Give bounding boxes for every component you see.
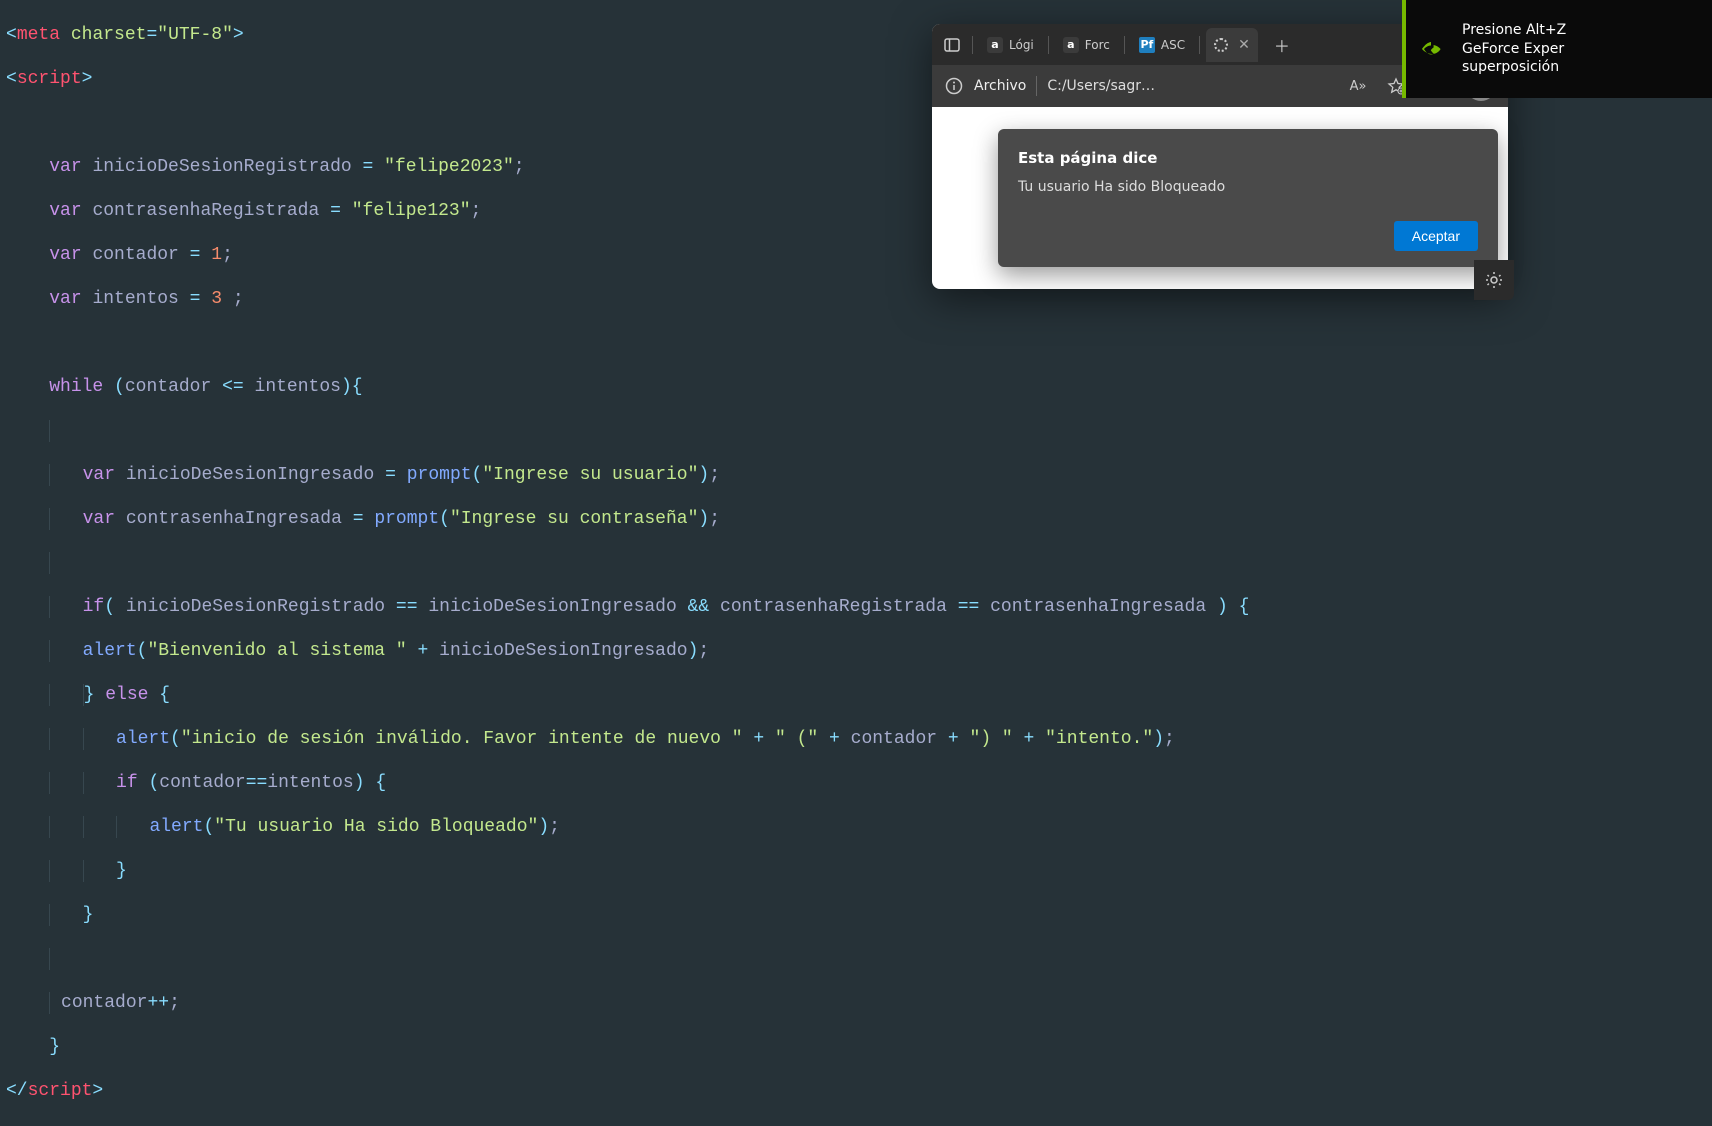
code-line: alert("Tu usuario Ha sido Bloqueado"); xyxy=(6,816,1249,838)
settings-icon[interactable] xyxy=(1474,260,1514,300)
code-line: contador++; xyxy=(6,992,1249,1014)
info-icon[interactable] xyxy=(944,76,964,96)
code-line: } xyxy=(6,860,1249,882)
favicon-icon: a xyxy=(987,37,1003,53)
code-line xyxy=(6,552,1249,574)
separator xyxy=(1199,36,1200,54)
browser-tab[interactable]: a Forc xyxy=(1055,28,1118,62)
code-line: alert("Bienvenido al sistema " + inicioD… xyxy=(6,640,1249,662)
browser-tab[interactable]: a Lógi xyxy=(979,28,1042,62)
favicon-icon: Pf xyxy=(1139,37,1155,53)
code-line: if( inicioDeSesionRegistrado == inicioDe… xyxy=(6,596,1249,618)
close-icon[interactable]: ✕ xyxy=(1238,37,1250,53)
tab-title: ASC xyxy=(1161,38,1185,52)
address-path[interactable]: C:/Users/sagr… xyxy=(1047,78,1333,94)
code-line: while (contador <= intentos){ xyxy=(6,376,1249,398)
code-line xyxy=(6,332,1249,354)
code-line: } else { xyxy=(6,684,1249,706)
tab-actions-icon[interactable] xyxy=(938,31,966,59)
code-line: var inicioDeSesionIngresado = prompt("In… xyxy=(6,464,1249,486)
dialog-title: Esta página dice xyxy=(1018,149,1478,167)
alert-dialog: Esta página dice Tu usuario Ha sido Bloq… xyxy=(998,129,1498,267)
code-line: } xyxy=(6,904,1249,926)
separator xyxy=(1048,36,1049,54)
code-line: alert("inicio de sesión inválido. Favor … xyxy=(6,728,1249,750)
code-line xyxy=(6,948,1249,970)
tab-title: Lógi xyxy=(1009,38,1034,52)
code-line: } xyxy=(6,1036,1249,1058)
nvidia-logo-icon xyxy=(1420,35,1448,63)
dialog-message: Tu usuario Ha sido Bloqueado xyxy=(1018,179,1478,195)
browser-tab[interactable]: Pf ASC xyxy=(1131,28,1193,62)
tab-title: Forc xyxy=(1085,38,1110,52)
loading-icon xyxy=(1214,38,1228,52)
browser-tab-active[interactable]: ✕ xyxy=(1206,28,1258,62)
nvidia-overlay: Presione Alt+Z GeForce Exper superposici… xyxy=(1402,0,1712,98)
separator xyxy=(1036,76,1037,96)
separator xyxy=(1124,36,1125,54)
new-tab-button[interactable]: ＋ xyxy=(1268,31,1296,59)
nvidia-text: Presione Alt+Z GeForce Exper superposici… xyxy=(1462,21,1566,78)
code-line: </script> xyxy=(6,1080,1249,1102)
accept-button[interactable]: Aceptar xyxy=(1394,221,1478,251)
code-line: if (contador==intentos) { xyxy=(6,772,1249,794)
code-line: var intentos = 3 ; xyxy=(6,288,1249,310)
code-line: var contrasenhaIngresada = prompt("Ingre… xyxy=(6,508,1249,530)
code-line xyxy=(6,420,1249,442)
read-aloud-icon[interactable]: A» xyxy=(1343,71,1373,101)
address-label: Archivo xyxy=(974,78,1026,94)
separator xyxy=(972,36,973,54)
favicon-icon: a xyxy=(1063,37,1079,53)
